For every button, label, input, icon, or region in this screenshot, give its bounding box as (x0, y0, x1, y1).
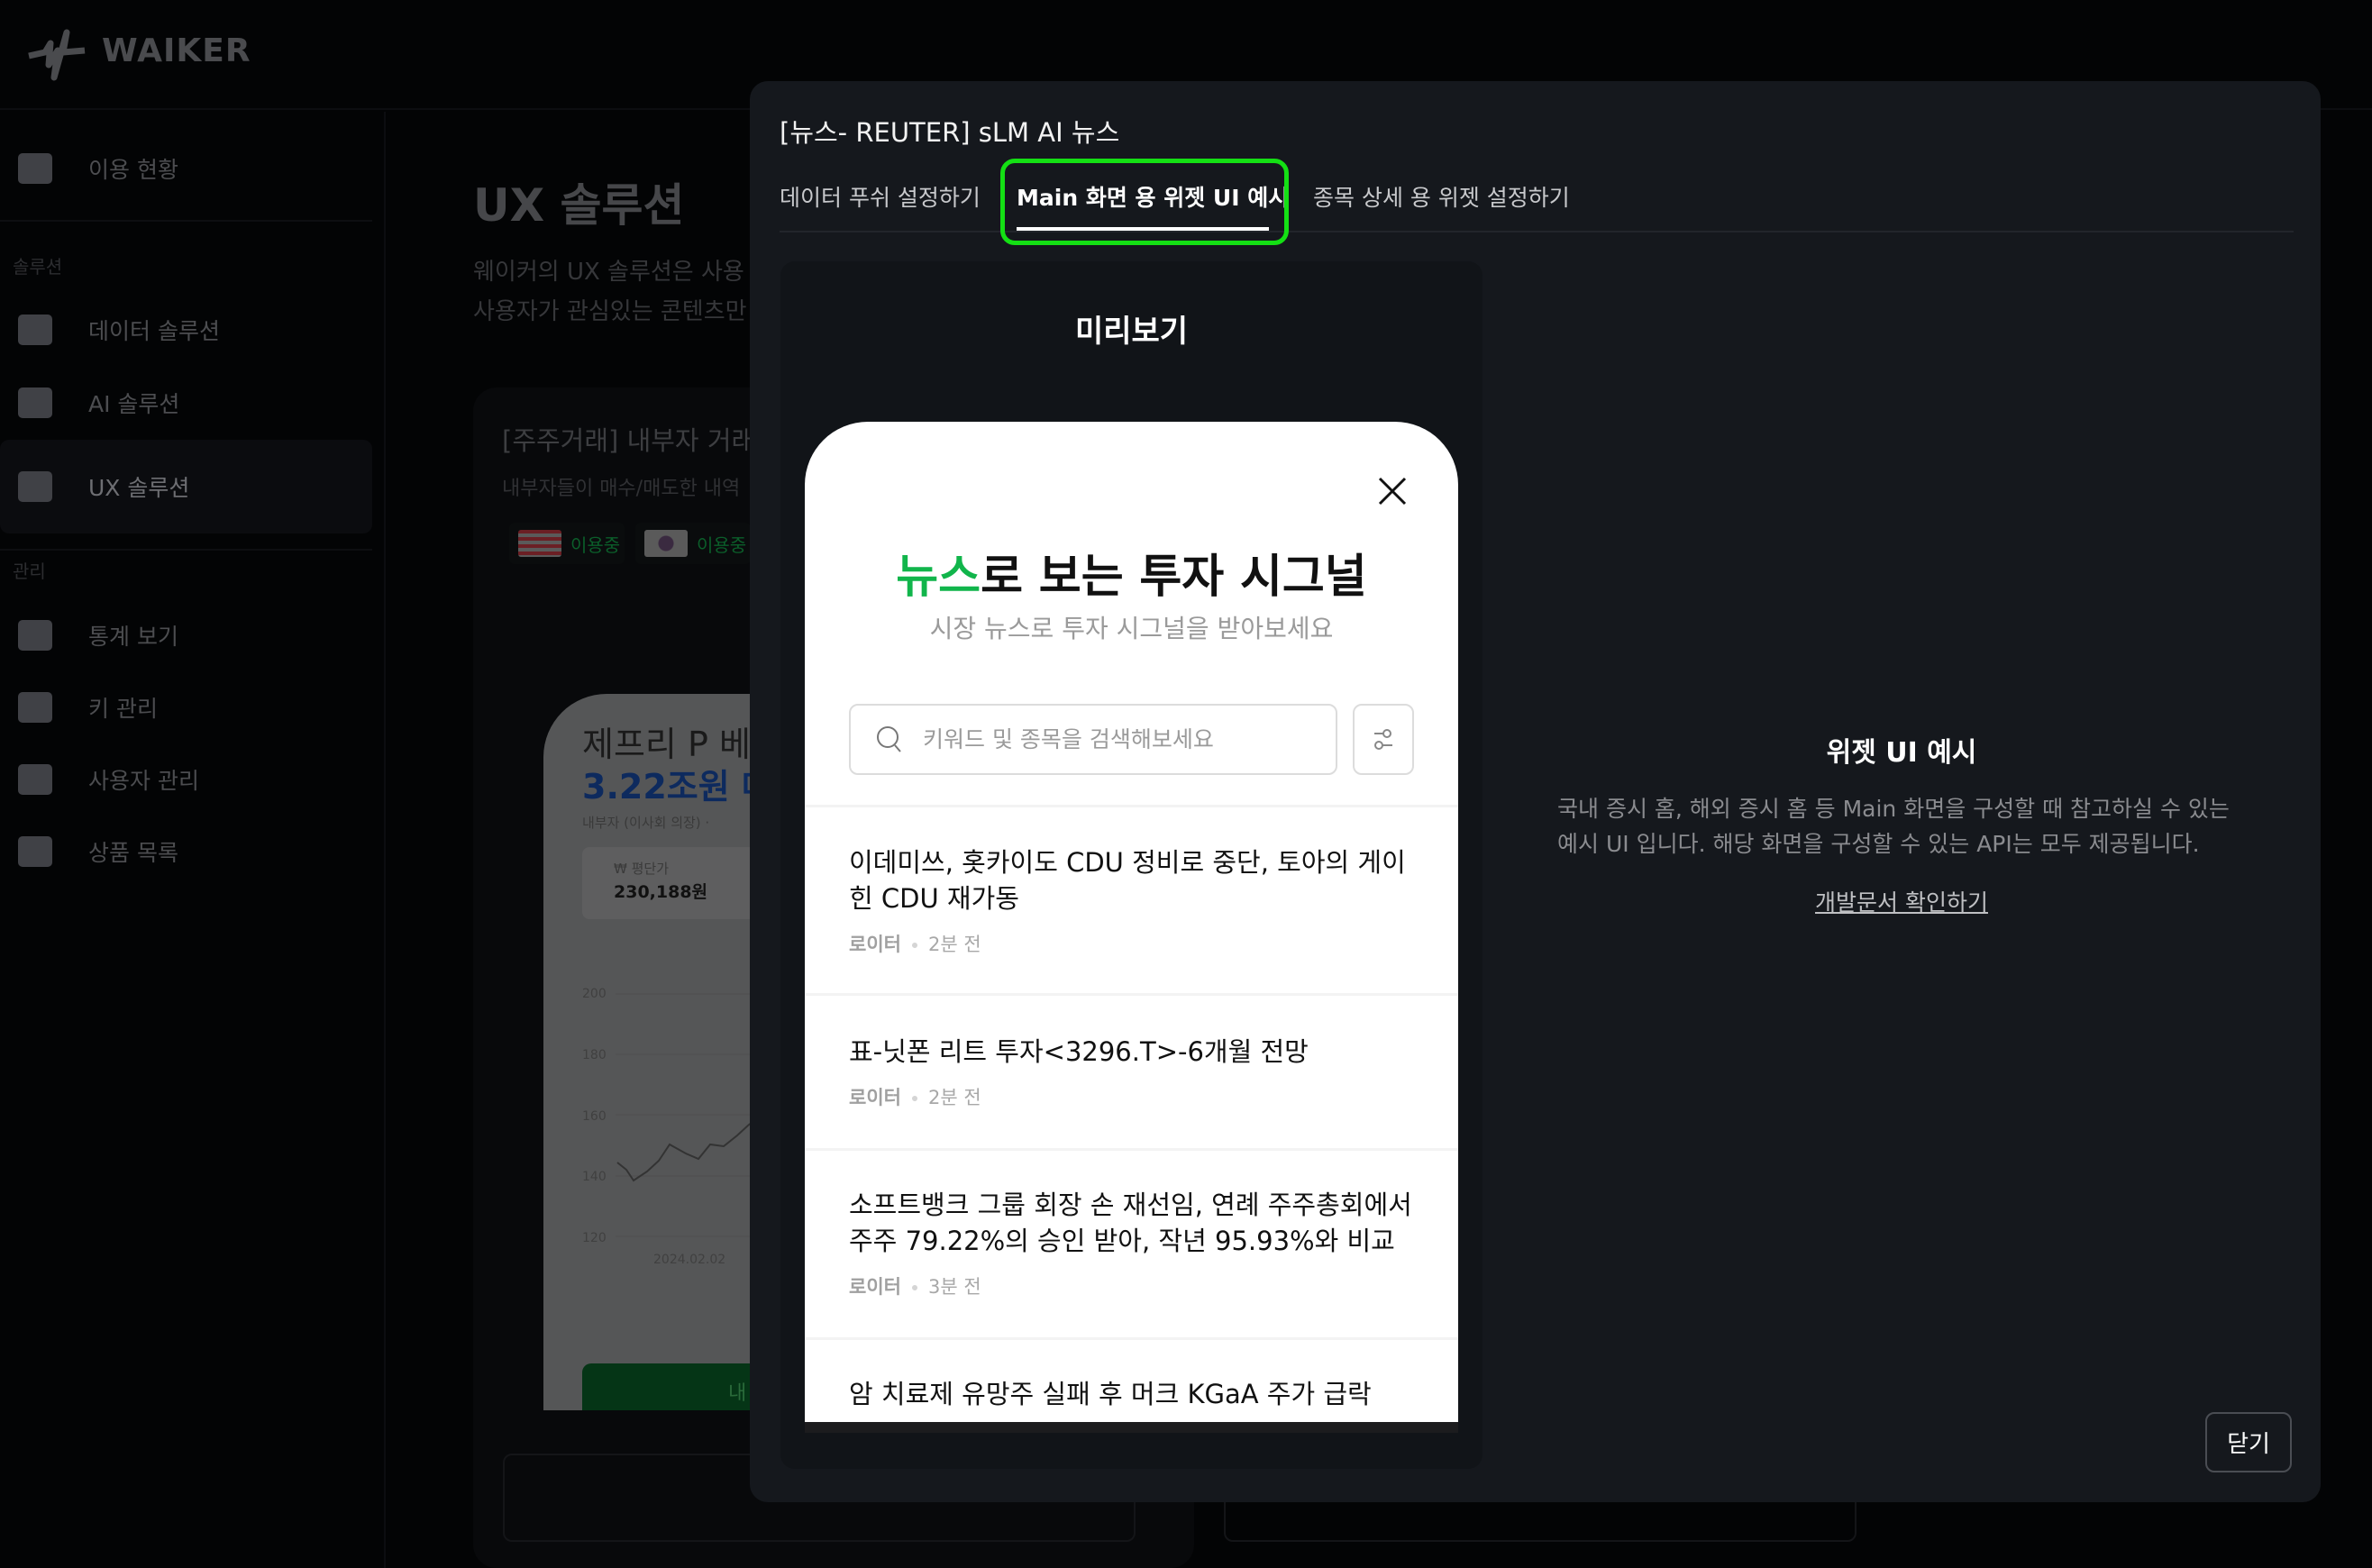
divider (805, 1337, 1458, 1340)
developer-docs-link[interactable]: 개발문서 확인하기 (1532, 885, 2271, 917)
us-status-badge: 이용중 (509, 523, 625, 564)
widget-subtitle: 시장 뉴스로 투자 시그널을 받아보세요 (929, 614, 1334, 643)
key-icon (18, 692, 52, 723)
kr-status-badge: 이용중 (635, 523, 751, 564)
sidebar-item-label: 데이터 솔루션 (88, 318, 220, 344)
headline-accent: 뉴스 (896, 551, 981, 604)
info-description: 국내 증시 홈, 해외 증시 홈 등 Main 화면을 구성할 때 참고하실 수… (1557, 796, 2230, 857)
sidebar-item-users[interactable]: 사용자 관리 (0, 744, 372, 815)
close-button[interactable]: 닫기 (2205, 1412, 2292, 1472)
divider (805, 1148, 1458, 1151)
news-item-meta: 로이터 2분 전 (849, 930, 981, 957)
app: WAIKER 이용 현황 솔루션 데이터 솔루션 AI 솔루션 UX 솔루션 관… (0, 0, 2372, 1568)
news-item-title[interactable]: 소프트뱅크 그룹 회장 손 재선임, 연례 주주총회에서 주주 79.22%의 … (849, 1187, 1426, 1259)
filter-button[interactable] (1353, 704, 1414, 775)
us-flag-icon (518, 530, 561, 557)
sidebar-item-ai-solution[interactable]: AI 솔루션 (0, 368, 372, 438)
sidebar-item-label: UX 솔루션 (88, 475, 190, 501)
news-time: 2분 전 (927, 934, 981, 955)
news-item-title[interactable]: 표-닛폰 리트 투자<3296.T>-6개월 전망 (849, 1034, 1426, 1070)
sidebar-item-label: 사용자 관리 (88, 768, 199, 794)
card-title: [주주거래] 내부자 거래 (502, 425, 750, 456)
card-subtitle: 내부자들이 매수/매도한 내역 (502, 478, 741, 500)
desc-line: 웨이커의 UX 솔루션은 사용 (473, 259, 744, 286)
separator-dot (911, 1096, 917, 1101)
background-widget-preview: 제프리 P 베 3.22조원 매 내부자 (이사회 의장) · ₩ 평단가 23… (543, 694, 760, 1410)
window-icon (18, 471, 52, 502)
divider (805, 805, 1458, 807)
sidebar-item-products[interactable]: 상품 목록 (0, 816, 372, 887)
separator-dot (911, 1285, 917, 1290)
preview-title: 미리보기 (1074, 314, 1189, 350)
headline-rest: 로 보는 투자 시그널 (981, 551, 1367, 604)
sidebar-item-label: AI 솔루션 (88, 391, 180, 417)
divider (805, 993, 1458, 996)
badge-label: 이용중 (570, 533, 621, 556)
sidebar-item-stats[interactable]: 통계 보기 (0, 600, 372, 670)
wallet-check-icon (18, 836, 52, 867)
sidebar-item-label: 이용 현황 (88, 157, 178, 183)
news-item-title[interactable]: 이데미쓰, 홋카이도 CDU 정비로 중단, 토아의 게이힌 CDU 재가동 (849, 844, 1426, 916)
widget-headline: 뉴스로 보는 투자 시그널 (805, 539, 1458, 606)
link-label[interactable]: 개발문서 확인하기 (1815, 889, 1988, 916)
news-source: 로이터 (849, 1087, 901, 1108)
divider (0, 220, 372, 222)
search-input[interactable] (923, 726, 1310, 752)
org-chart-icon (18, 764, 52, 795)
section-label: 솔루션 (13, 256, 63, 278)
search-icon (877, 725, 901, 752)
sidebar-item-keys[interactable]: 키 관리 (0, 672, 372, 743)
filter-settings-icon (1374, 728, 1392, 750)
news-item-title[interactable]: 암 치료제 유망주 실패 후 머크 KGaA 주가 급락 (849, 1376, 1426, 1422)
sidebar-item-label: 상품 목록 (88, 840, 178, 866)
page-title: UX 솔루션 (473, 179, 685, 232)
news-source: 로이터 (849, 934, 901, 955)
badge-label: 이용중 (697, 533, 747, 556)
sidebar-item-label: 키 관리 (88, 696, 158, 722)
news-item-meta: 로이터 2분 전 (849, 1083, 981, 1110)
page-description: 웨이커의 UX 솔루션은 사용사용자가 관심있는 콘텐츠만 (473, 252, 753, 332)
highlight-box (1000, 159, 1289, 245)
brand-name: WAIKER (102, 32, 251, 69)
news-source: 로이터 (849, 1276, 901, 1298)
chart-icon (18, 620, 52, 651)
preview-action-label: 내 (728, 1382, 747, 1405)
sidebar-item-label: 통계 보기 (88, 624, 178, 650)
home-icon (18, 153, 52, 184)
section-label: 관리 (13, 561, 46, 582)
search-list-icon (18, 387, 52, 418)
news-time: 3분 전 (927, 1276, 981, 1298)
sidebar-item-data-solution[interactable]: 데이터 솔루션 (0, 295, 372, 365)
close-icon[interactable] (1377, 476, 1408, 506)
desc-line: 사용자가 관심있는 콘텐츠만 (473, 298, 747, 325)
news-item-meta: 로이터 3분 전 (849, 1272, 981, 1299)
divider (0, 549, 372, 551)
news-time: 2분 전 (927, 1087, 981, 1108)
waiker-logo-icon (28, 29, 86, 81)
modal-title: [뉴스- REUTER] sLM AI 뉴스 (780, 117, 1120, 148)
kr-flag-icon (644, 530, 688, 557)
separator-dot (911, 943, 917, 948)
tab-detail-widget-settings[interactable]: 종목 상세 용 위젯 설정하기 (1313, 180, 1570, 213)
sidebar-item-ux-solution[interactable]: UX 솔루션 (0, 440, 372, 533)
info-title: 위젯 UI 예시 (1826, 737, 1977, 769)
tab-data-push-settings[interactable]: 데이터 푸쉬 설정하기 (780, 180, 981, 213)
search-field[interactable] (849, 704, 1337, 775)
phone-bottom-edge (805, 1422, 1458, 1433)
database-icon (18, 315, 52, 345)
price-line-chart (616, 993, 760, 1237)
sidebar-item-usage[interactable]: 이용 현황 (0, 133, 372, 204)
